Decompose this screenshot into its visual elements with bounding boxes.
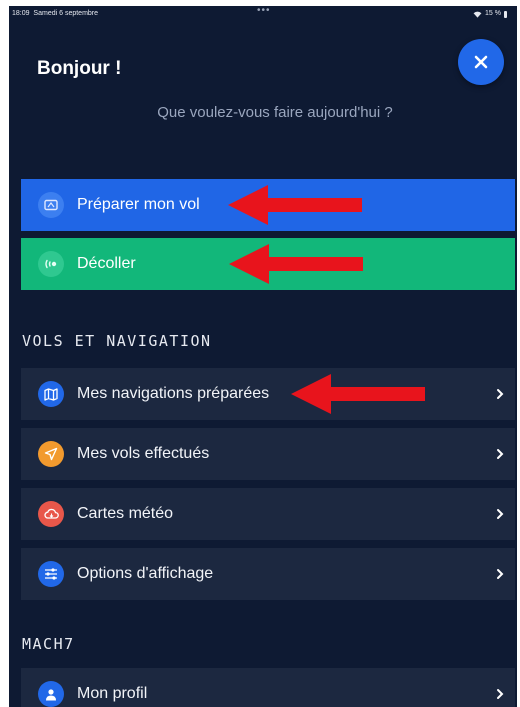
section-title-vols: VOLS ET NAVIGATION <box>22 332 212 350</box>
menu-item-label: Mon profil <box>77 685 148 702</box>
annotation-arrow-navigations <box>291 374 425 414</box>
annotation-arrow-prepare <box>228 185 362 225</box>
status-right: 15 % <box>473 6 507 22</box>
close-icon <box>474 55 488 69</box>
takeoff-label: Décoller <box>77 255 136 272</box>
map-icon <box>38 381 64 407</box>
menu-item-cartes-meteo[interactable]: Cartes météo <box>21 488 515 540</box>
chevron-right-icon <box>485 448 515 460</box>
chevron-right-icon <box>485 568 515 580</box>
takeoff-icon <box>38 251 64 277</box>
annotation-arrow-takeoff <box>229 244 363 284</box>
status-time: 18:09 <box>12 10 30 17</box>
app-screen: 18:09 Samedi 6 septembre ••• 15 % Bonjou… <box>9 6 517 707</box>
chevron-right-icon <box>485 508 515 520</box>
greeting-subtitle: Que voulez-vous faire aujourd'hui ? <box>157 104 393 121</box>
close-button[interactable] <box>458 39 504 85</box>
paper-plane-icon <box>38 441 64 467</box>
menu-item-label: Mes vols effectués <box>77 445 210 462</box>
status-time-date: 18:09 Samedi 6 septembre <box>12 6 98 22</box>
menu-item-label: Cartes météo <box>77 505 174 522</box>
user-icon <box>38 681 64 707</box>
battery-percent: 15 % <box>485 10 501 17</box>
status-date: Samedi 6 septembre <box>33 10 99 17</box>
greeting-title: Bonjour ! <box>37 58 122 79</box>
wifi-icon <box>473 11 482 18</box>
menu-item-label: Options d'affichage <box>77 565 214 582</box>
menu-item-options-affichage[interactable]: Options d'affichage <box>21 548 515 600</box>
section-title-mach7: MACH7 <box>22 635 75 653</box>
multitask-dots[interactable]: ••• <box>257 6 271 19</box>
cloud-icon <box>38 501 64 527</box>
battery-icon <box>504 10 507 18</box>
prepare-flight-label: Préparer mon vol <box>77 196 200 213</box>
sliders-icon <box>38 561 64 587</box>
menu-item-mon-profil[interactable]: Mon profil <box>21 668 515 707</box>
flight-plan-icon <box>38 192 64 218</box>
chevron-right-icon <box>485 388 515 400</box>
status-bar: 18:09 Samedi 6 septembre ••• 15 % <box>9 6 517 22</box>
menu-item-navigations[interactable]: Mes navigations préparées <box>21 368 515 420</box>
chevron-right-icon <box>485 688 515 700</box>
menu-item-vols-effectues[interactable]: Mes vols effectués <box>21 428 515 480</box>
